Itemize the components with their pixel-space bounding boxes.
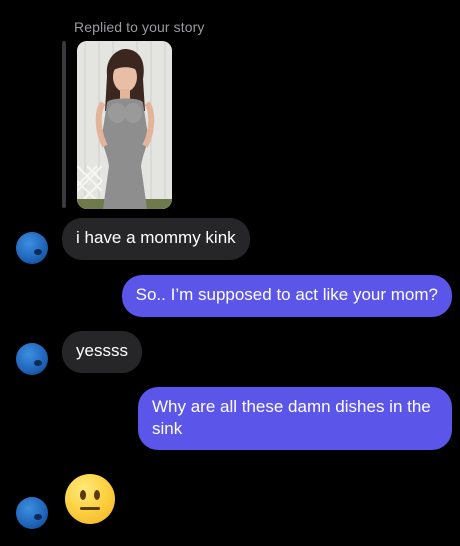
- incoming-message-bubble[interactable]: i have a mommy kink: [62, 218, 250, 260]
- story-image: [77, 41, 172, 209]
- story-thumbnail[interactable]: [77, 41, 172, 209]
- outgoing-message-bubble[interactable]: Why are all these damn dishes in the sin…: [138, 387, 452, 450]
- emoji-eye: [80, 490, 86, 500]
- sender-avatar[interactable]: [16, 343, 48, 375]
- sender-avatar[interactable]: [16, 497, 48, 529]
- emoji-eye: [94, 490, 100, 500]
- incoming-message-bubble[interactable]: yessss: [62, 331, 142, 373]
- sender-avatar[interactable]: [16, 232, 48, 264]
- neutral-face-emoji-icon[interactable]: [65, 474, 115, 524]
- emoji-mouth: [80, 507, 100, 510]
- reply-label: Replied to your story: [74, 19, 205, 35]
- outgoing-message-bubble[interactable]: So.. I’m supposed to act like your mom?: [121, 275, 452, 317]
- reply-indicator-bar: [62, 41, 66, 208]
